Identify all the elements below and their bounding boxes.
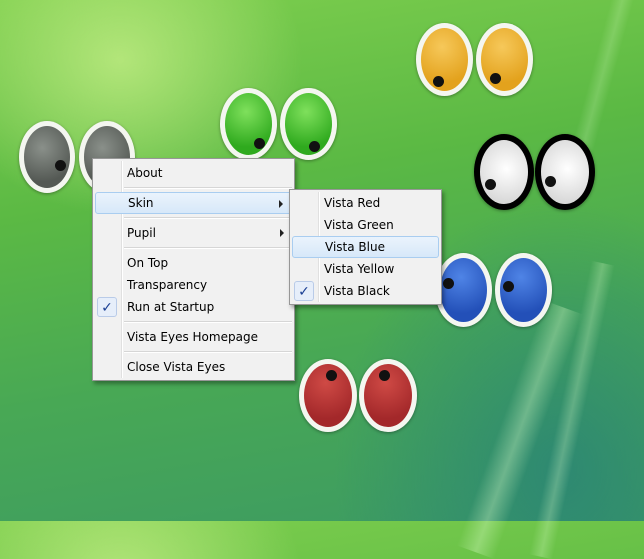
chevron-right-icon — [279, 200, 283, 208]
eye-pupil — [485, 179, 496, 190]
chevron-right-icon — [280, 229, 284, 237]
submenu-item-vista-black[interactable]: ✓ Vista Black — [292, 280, 439, 302]
menu-item-label: Skin — [128, 196, 154, 210]
submenu-item-vista-blue[interactable]: Vista Blue — [292, 236, 439, 258]
submenu-item-vista-green[interactable]: Vista Green — [292, 214, 439, 236]
blue-eye-left[interactable] — [435, 253, 492, 327]
blue-eye-right[interactable] — [495, 253, 552, 327]
eye-pupil — [433, 76, 444, 87]
menu-item-label: Pupil — [127, 226, 156, 240]
yellow-eye-left[interactable] — [416, 23, 473, 96]
eye-pupil — [490, 73, 501, 84]
eye-iris — [24, 126, 70, 188]
checkmark-icon: ✓ — [97, 297, 117, 317]
eye-pupil — [379, 370, 390, 381]
menu-item-label: Transparency — [127, 278, 208, 292]
eye-pupil — [55, 160, 66, 171]
eye-iris — [541, 140, 589, 204]
eye-iris — [480, 140, 528, 204]
menu-item-label: Vista Green — [324, 218, 394, 232]
menu-separator — [124, 321, 292, 323]
menu-item-label: Vista Yellow — [324, 262, 395, 276]
yellow-eye-right[interactable] — [476, 23, 533, 96]
menu-separator — [124, 217, 292, 219]
eye-iris — [481, 28, 528, 91]
menu-item-label: Vista Blue — [325, 240, 385, 254]
skin-submenu: Vista Red Vista Green Vista Blue Vista Y… — [289, 189, 442, 305]
eye-iris — [364, 364, 412, 427]
green-eye-left[interactable] — [220, 88, 277, 160]
menu-item-label: Vista Black — [324, 284, 390, 298]
eye-iris — [421, 28, 468, 91]
eye-pupil — [443, 278, 454, 289]
eye-pupil — [545, 176, 556, 187]
menu-item-close[interactable]: Close Vista Eyes — [95, 356, 292, 378]
context-menu: About Skin Pupil On Top Transparency ✓ R… — [92, 158, 295, 381]
menu-item-pupil[interactable]: Pupil — [95, 222, 292, 244]
eye-iris — [285, 93, 332, 155]
menu-item-label: Vista Eyes Homepage — [127, 330, 258, 344]
menu-item-label: On Top — [127, 256, 169, 270]
red-eye-right[interactable] — [359, 359, 417, 432]
menu-item-label: Close Vista Eyes — [127, 360, 226, 374]
eye-iris — [225, 93, 272, 155]
eye-pupil — [326, 370, 337, 381]
black-eye-right[interactable] — [535, 134, 595, 210]
menu-item-run-at-startup[interactable]: ✓ Run at Startup — [95, 296, 292, 318]
menu-item-label: About — [127, 166, 163, 180]
menu-item-on-top[interactable]: On Top — [95, 252, 292, 274]
menu-item-label: Run at Startup — [127, 300, 215, 314]
black-eye-left[interactable] — [474, 134, 534, 210]
background-streak — [456, 300, 584, 559]
eye-pupil — [503, 281, 514, 292]
menu-item-label: Vista Red — [324, 196, 381, 210]
red-eye-left[interactable] — [299, 359, 357, 432]
menu-separator — [124, 351, 292, 353]
eye-iris — [304, 364, 352, 427]
green-eye-right[interactable] — [280, 88, 337, 160]
menu-separator — [124, 187, 292, 189]
menu-separator — [124, 247, 292, 249]
eye-iris — [500, 258, 547, 322]
menu-item-homepage[interactable]: Vista Eyes Homepage — [95, 326, 292, 348]
eye-iris — [440, 258, 487, 322]
checkmark-icon: ✓ — [294, 281, 314, 301]
eye-pupil — [254, 138, 265, 149]
menu-item-about[interactable]: About — [95, 162, 292, 184]
menu-item-skin[interactable]: Skin — [95, 192, 292, 214]
submenu-item-vista-yellow[interactable]: Vista Yellow — [292, 258, 439, 280]
submenu-item-vista-red[interactable]: Vista Red — [292, 192, 439, 214]
gray-eye-left[interactable] — [19, 121, 75, 193]
eye-pupil — [309, 141, 320, 152]
menu-item-transparency[interactable]: Transparency — [95, 274, 292, 296]
